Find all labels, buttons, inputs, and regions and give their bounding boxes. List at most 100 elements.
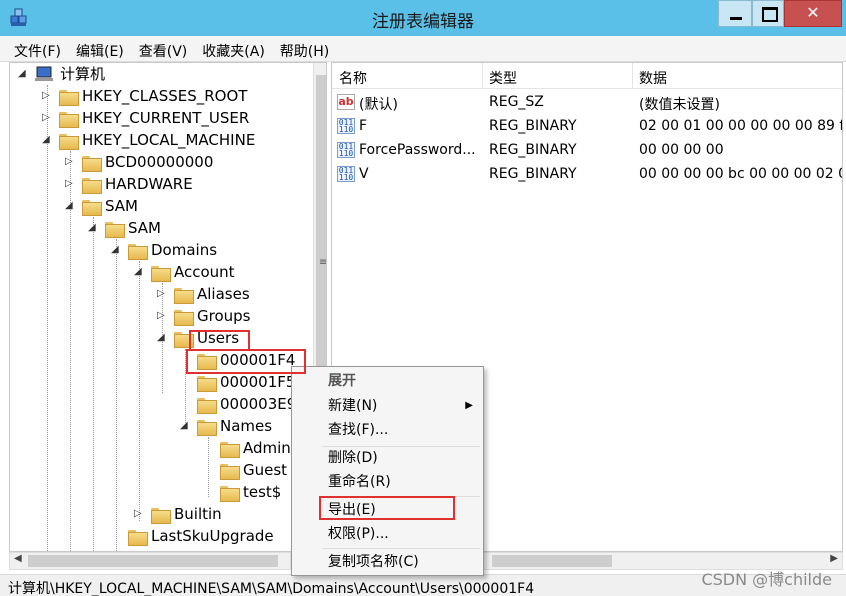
tree-node[interactable]: ▷ Groups — [10, 305, 310, 327]
column-divider[interactable] — [482, 63, 483, 89]
tree-node[interactable]: ▷ HARDWARE — [10, 173, 310, 195]
expand-arrow-icon[interactable]: ▷ — [42, 107, 52, 129]
tree-horizontal-scrollbar[interactable]: ◀ — [9, 552, 291, 570]
menu-view[interactable]: 查看(V) — [129, 36, 193, 61]
tree-node[interactable]: Guest — [10, 459, 310, 481]
value-row[interactable]: ab (默认) REG_SZ (数值未设置) — [332, 91, 842, 115]
collapse-arrow-icon[interactable]: ◢ — [18, 63, 28, 85]
scroll-right-icon[interactable]: ▶ — [830, 553, 838, 564]
folder-icon — [220, 484, 240, 502]
collapse-arrow-icon[interactable]: ◢ — [65, 195, 75, 217]
tree-node-label: Aliases — [197, 285, 250, 303]
column-type[interactable]: 类型 — [489, 68, 517, 88]
folder-icon — [128, 528, 148, 546]
tree-node-users[interactable]: ◢ Users — [10, 327, 310, 349]
tree-node-label: 000003E9 — [220, 395, 297, 413]
collapse-arrow-icon[interactable]: ◢ — [111, 239, 121, 261]
menu-file[interactable]: 文件(F) — [4, 36, 66, 61]
folder-icon — [174, 286, 194, 304]
value-type: REG_BINARY — [489, 166, 577, 182]
registry-tree[interactable]: ◢ 计算机 ▷ HKEY_CLASSES_ROOT ▷ HKEY_CURRENT… — [9, 62, 327, 552]
collapse-arrow-icon[interactable]: ◢ — [88, 217, 98, 239]
tree-node[interactable]: Admin — [10, 437, 310, 459]
folder-open-icon — [105, 220, 125, 238]
expand-arrow-icon[interactable]: ▷ — [157, 305, 167, 327]
expand-arrow-icon[interactable]: ▷ — [42, 85, 52, 107]
tree-node-label: LastSkuUpgrade — [151, 527, 274, 545]
column-divider[interactable] — [632, 63, 633, 89]
menu-edit[interactable]: 编辑(E) — [66, 36, 129, 61]
column-data[interactable]: 数据 — [639, 68, 667, 88]
expand-arrow-icon[interactable]: ▷ — [134, 503, 144, 525]
maximize-button[interactable] — [752, 0, 784, 27]
tree-node-label: 000001F5 — [220, 373, 296, 391]
scrollbar-thumb[interactable] — [492, 555, 612, 567]
expand-arrow-icon[interactable]: ▷ — [65, 173, 75, 195]
minimize-button[interactable] — [718, 0, 752, 27]
menu-help[interactable]: 帮助(H) — [270, 36, 334, 61]
collapse-arrow-icon[interactable]: ◢ — [180, 415, 190, 437]
expand-arrow-icon[interactable]: ▷ — [65, 151, 75, 173]
tree-node-label: BCD00000000 — [105, 153, 214, 171]
value-row[interactable]: 011 110 ForcePassword... REG_BINARY 00 00… — [332, 139, 842, 163]
close-button[interactable] — [784, 0, 842, 27]
collapse-arrow-icon[interactable]: ◢ — [157, 327, 167, 349]
menu-item-find[interactable]: 查找(F)... — [292, 418, 483, 442]
tree-node[interactable]: 000001F5 — [10, 371, 310, 393]
folder-open-icon — [59, 132, 79, 150]
tree-node[interactable]: ◢ HKEY_LOCAL_MACHINE — [10, 129, 310, 151]
tree-node[interactable]: test$ — [10, 481, 310, 503]
tree-node-label: HARDWARE — [105, 175, 193, 193]
menu-separator — [322, 548, 480, 549]
expand-arrow-icon[interactable]: ▷ — [157, 283, 167, 305]
tree-node[interactable]: ▷ BCD00000000 — [10, 151, 310, 173]
value-type: REG_BINARY — [489, 118, 577, 134]
menu-item-permissions[interactable]: 权限(P)... — [292, 522, 483, 546]
tree-node-computer[interactable]: ◢ 计算机 — [10, 63, 310, 85]
tree-node-label: Account — [174, 263, 235, 281]
value-row[interactable]: 011 110 V REG_BINARY 00 00 00 00 bc 00 00… — [332, 163, 842, 187]
menu-item-expand[interactable]: 展开 — [292, 369, 483, 393]
tree-node[interactable]: ◢ Names — [10, 415, 310, 437]
scrollbar-thumb[interactable] — [28, 555, 278, 567]
value-name: (默认) — [359, 97, 398, 113]
value-type: REG_SZ — [489, 94, 544, 110]
collapse-arrow-icon[interactable]: ◢ — [42, 129, 52, 151]
column-name[interactable]: 名称 — [339, 68, 367, 88]
tree-node-label: HKEY_CLASSES_ROOT — [82, 87, 248, 105]
highlight-export — [319, 496, 455, 520]
folder-icon — [59, 110, 79, 128]
tree-node[interactable]: ◢ SAM — [10, 195, 310, 217]
tree-node[interactable]: ▷ Builtin — [10, 503, 310, 525]
tree-node-label: Domains — [151, 241, 218, 259]
tree-node[interactable]: ▷ HKEY_CURRENT_USER — [10, 107, 310, 129]
tree-node[interactable]: ◢ Domains — [10, 239, 310, 261]
tree-node-label: HKEY_LOCAL_MACHINE — [82, 131, 256, 149]
folder-open-icon — [151, 264, 171, 282]
computer-icon — [35, 66, 53, 81]
highlight-000001f4 — [186, 349, 306, 374]
menu-item-rename[interactable]: 重命名(R) — [292, 470, 483, 494]
tree-node[interactable]: LastSkuUpgrade — [10, 525, 310, 547]
tree-node[interactable]: ◢ SAM — [10, 217, 310, 239]
value-data: 00 00 00 00 — [639, 142, 724, 158]
tree-node[interactable]: ◢ Account — [10, 261, 310, 283]
binary-value-icon: 011 110 — [337, 142, 355, 158]
folder-open-icon — [128, 242, 148, 260]
menu-item-copy-key-name[interactable]: 复制项名称(C) — [292, 550, 483, 574]
tree-node[interactable]: ▷ HKEY_CLASSES_ROOT — [10, 85, 310, 107]
collapse-arrow-icon[interactable]: ◢ — [134, 261, 144, 283]
folder-open-icon — [82, 198, 102, 216]
binary-value-icon: 011 110 — [337, 118, 355, 134]
folder-icon — [174, 308, 194, 326]
tree-node[interactable]: 000003E9 — [10, 393, 310, 415]
tree-node-label: SAM — [105, 197, 139, 215]
scroll-left-icon[interactable]: ◀ — [14, 553, 22, 564]
submenu-arrow-icon: ▶ — [465, 400, 473, 411]
tree-node[interactable]: ▷ Aliases — [10, 283, 310, 305]
menu-item-new[interactable]: 新建(N) ▶ — [292, 394, 483, 418]
menu-item-delete[interactable]: 删除(D) — [292, 446, 483, 470]
title-bar: 注册表编辑器 — [0, 0, 846, 36]
menu-favorites[interactable]: 收藏夹(A) — [192, 36, 270, 61]
value-row[interactable]: 011 110 F REG_BINARY 02 00 01 00 00 00 00… — [332, 115, 842, 139]
